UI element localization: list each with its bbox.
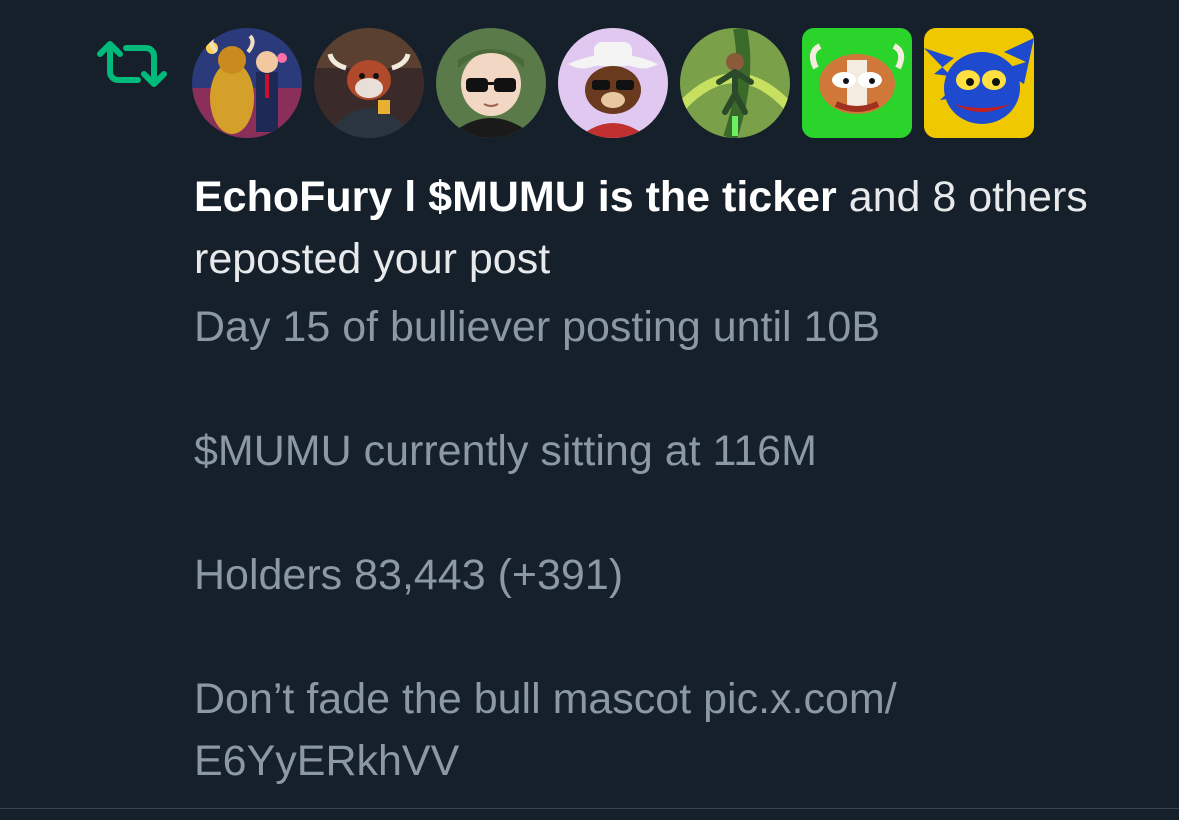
post-line: Holders 83,443 (+391): [194, 551, 624, 599]
avatar-cowboy-dog-icon[interactable]: [558, 28, 668, 138]
avatar-pepe-bull-icon[interactable]: [802, 28, 912, 138]
avatar-sunglasses-icon[interactable]: [436, 28, 546, 138]
post-line: Don’t fade the bull mascot pic.x.com/ E6…: [194, 668, 1114, 792]
post-line: $MUMU currently sitting at 116M: [194, 427, 817, 475]
divider: [0, 808, 1179, 809]
notification-headline: EchoFury l $MUMU is the ticker and 8 oth…: [194, 166, 1094, 290]
avatar-green-hero-icon[interactable]: [680, 28, 790, 138]
post-line: Day 15 of bulliever posting until 10B: [194, 303, 881, 351]
avatar-bull-suit-icon[interactable]: [314, 28, 424, 138]
reposter-avatars: [192, 28, 1034, 140]
repost-icon: [94, 38, 170, 90]
avatar-gold-bull-icon[interactable]: [192, 28, 302, 138]
post-line-text: Don’t fade the bull mascot: [194, 675, 704, 723]
post-preview[interactable]: Day 15 of bulliever posting until 10B $M…: [194, 296, 1114, 792]
repost-notification[interactable]: EchoFury l $MUMU is the ticker and 8 oth…: [0, 0, 1179, 820]
reposter-name-link[interactable]: EchoFury l $MUMU is the ticker: [194, 173, 837, 221]
avatar-sonic-pepe-icon[interactable]: [924, 28, 1034, 138]
